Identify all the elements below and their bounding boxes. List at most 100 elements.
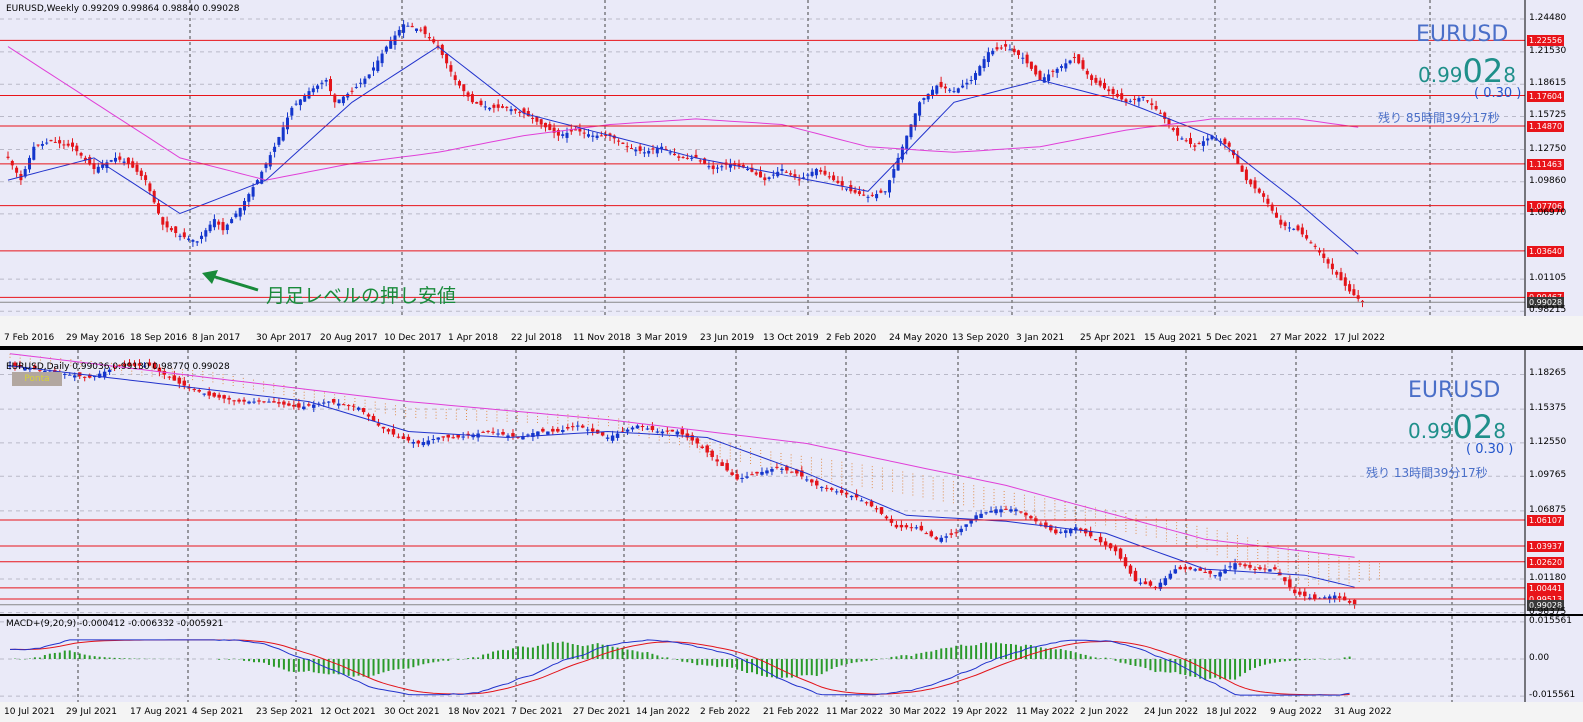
x-tick-label: 23 Jun 2019 [700, 333, 755, 343]
candle-body [501, 432, 505, 435]
candle-body [75, 145, 79, 152]
candle-body [389, 41, 393, 49]
candle-body [479, 100, 483, 106]
candle-body [1163, 578, 1168, 585]
candle-body [102, 371, 107, 377]
candle-body [199, 235, 204, 239]
candle-body [212, 392, 216, 397]
candle-body [277, 402, 281, 404]
candle-body [1233, 563, 1237, 570]
candle-body [526, 434, 530, 436]
weekly-price-big: 02 [1462, 52, 1504, 90]
candle-body [1008, 49, 1012, 51]
y-tick-label: 1.18615 [1529, 78, 1567, 89]
candle-body [1133, 570, 1138, 582]
candle-body [1068, 60, 1072, 64]
candle-body [625, 146, 629, 148]
candle-body [1253, 568, 1257, 570]
candle-body [1198, 568, 1202, 571]
daily-header: EURUSD,Daily 0.99036 0.99130 0.98770 0.9… [6, 362, 230, 372]
daily-price-suffix: 8 [1493, 419, 1506, 443]
candle-body [1094, 77, 1098, 83]
hline-price-label: 1.02620 [1527, 556, 1565, 568]
candle-body [866, 196, 870, 198]
x-tick-label: 24 Jun 2022 [1144, 707, 1199, 717]
candle-body [1111, 88, 1115, 94]
candle-body [15, 167, 19, 173]
candle-body [1103, 541, 1108, 546]
candle-body [948, 89, 952, 91]
candle-body [930, 89, 935, 96]
candle-body [857, 191, 861, 195]
candle-body [331, 399, 336, 403]
candle-body [237, 399, 241, 402]
candle-body [1262, 193, 1266, 197]
candle-body [556, 428, 560, 432]
candle-body [700, 446, 704, 448]
daily-chart-panel[interactable]: EURUSD,Daily 0.99036 0.99130 0.98770 0.9… [0, 350, 1583, 614]
candle-body [277, 137, 281, 145]
candle-body [1208, 570, 1212, 574]
candle-body [197, 390, 201, 392]
candle-body [1240, 165, 1244, 172]
candle-body [904, 525, 909, 528]
candle-body [431, 439, 436, 441]
candle-body [595, 135, 599, 139]
candle-body [462, 84, 466, 92]
candle-body [204, 230, 208, 237]
candle-body [541, 428, 545, 432]
candle-body [1039, 523, 1043, 525]
candle-body [1098, 536, 1103, 543]
candle-body [952, 91, 956, 93]
x-tick-label: 18 Sep 2016 [130, 333, 188, 343]
candle-body [285, 117, 290, 130]
candle-body [144, 175, 148, 181]
candle-body [419, 29, 423, 31]
candle-body [974, 515, 978, 520]
macd-panel[interactable]: MACD+(9,20,9) -0.000412 -0.006332 -0.005… [0, 616, 1583, 702]
daily-price: 0.99028 [1408, 408, 1506, 446]
candle-body [49, 139, 53, 142]
candle-body [570, 426, 575, 428]
candle-body [1072, 57, 1076, 59]
candle-body [376, 60, 380, 72]
candle-body [1257, 188, 1261, 193]
candle-body [66, 143, 70, 146]
candle-body [1322, 253, 1326, 259]
candle-body [954, 532, 958, 534]
candle-body [1093, 539, 1098, 541]
candle-body [1141, 96, 1145, 98]
candle-body [526, 111, 530, 117]
candle-body [287, 403, 291, 406]
x-tick-label: 11 Nov 2018 [573, 333, 631, 343]
candle-body [354, 86, 358, 88]
hline-price-label: 1.14870 [1527, 120, 1565, 132]
x-tick-label: 2 Feb 2020 [826, 333, 877, 343]
candle-body [307, 404, 311, 406]
candle-body [675, 431, 680, 435]
candle-body [660, 431, 665, 434]
candle-body [1288, 579, 1292, 588]
candle-body [303, 95, 307, 102]
candle-body [282, 401, 286, 405]
candle-body [505, 106, 509, 108]
weekly-chart-panel[interactable]: EURUSD,Weekly 0.99209 0.99864 0.98840 0.… [0, 0, 1583, 316]
candle-body [466, 92, 470, 97]
candle-body [1197, 143, 1201, 145]
candle-body [610, 435, 615, 441]
candle-body [810, 479, 814, 483]
candle-body [1051, 70, 1055, 72]
candle-body [889, 518, 894, 523]
x-tick-label: 10 Dec 2017 [384, 333, 442, 343]
weekly-x-axis: 7 Feb 2016 29 May 2016 18 Sep 2016 8 Jan 20… [0, 316, 1583, 346]
x-tick-label: 24 May 2020 [889, 333, 948, 343]
candle-body [681, 157, 685, 159]
candle-body [1188, 138, 1193, 144]
candle-body [1059, 66, 1064, 68]
candle-body [401, 436, 406, 440]
y-tick-label: 0.98215 [1529, 305, 1567, 316]
candle-body [629, 148, 634, 150]
candle-body [551, 428, 555, 432]
weekly-annotation: 月足レベルの押し安値 [266, 285, 457, 307]
candle-body [496, 433, 500, 435]
